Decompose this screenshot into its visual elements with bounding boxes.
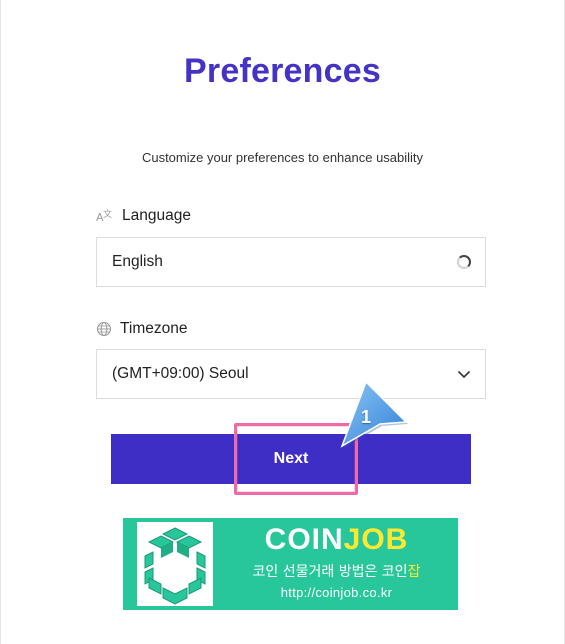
- brand-job: JOB: [343, 523, 409, 556]
- timezone-label-text: Timezone: [120, 320, 188, 337]
- translate-icon: A 文: [96, 208, 112, 224]
- step-number: 1: [360, 407, 371, 427]
- coinjob-ad-banner[interactable]: COINJOB 코인 선물거래 방법은 코인잡 http://coinjob.c…: [123, 518, 458, 610]
- page-title: Preferences: [184, 52, 381, 90]
- tagline-highlight: 잡: [407, 564, 421, 580]
- loading-spinner-icon: [457, 255, 471, 269]
- language-select[interactable]: English: [96, 237, 486, 287]
- tagline-main: 코인 선물거래 방법은 코인: [252, 564, 408, 580]
- language-label: A 文 Language: [96, 207, 191, 225]
- chevron-down-icon: [457, 370, 471, 378]
- banner-tagline: 코인 선물거래 방법은 코인잡: [215, 561, 458, 581]
- brand-coin: COIN: [264, 523, 344, 556]
- coinjob-logo: [137, 522, 213, 606]
- language-label-text: Language: [122, 207, 191, 224]
- timezone-value: (GMT+09:00) Seoul: [112, 365, 249, 382]
- banner-url[interactable]: http://coinjob.co.kr: [215, 585, 458, 600]
- svg-text:文: 文: [103, 208, 112, 220]
- timezone-select[interactable]: (GMT+09:00) Seoul: [96, 349, 486, 399]
- language-value: English: [112, 253, 163, 270]
- page-subtitle: Customize your preferences to enhance us…: [141, 150, 424, 165]
- banner-text: COINJOB 코인 선물거래 방법은 코인잡 http://coinjob.c…: [215, 518, 458, 610]
- next-button[interactable]: Next: [111, 434, 471, 484]
- timezone-label: Timezone: [96, 320, 187, 338]
- banner-brand: COINJOB: [215, 523, 458, 557]
- globe-icon: [96, 321, 112, 337]
